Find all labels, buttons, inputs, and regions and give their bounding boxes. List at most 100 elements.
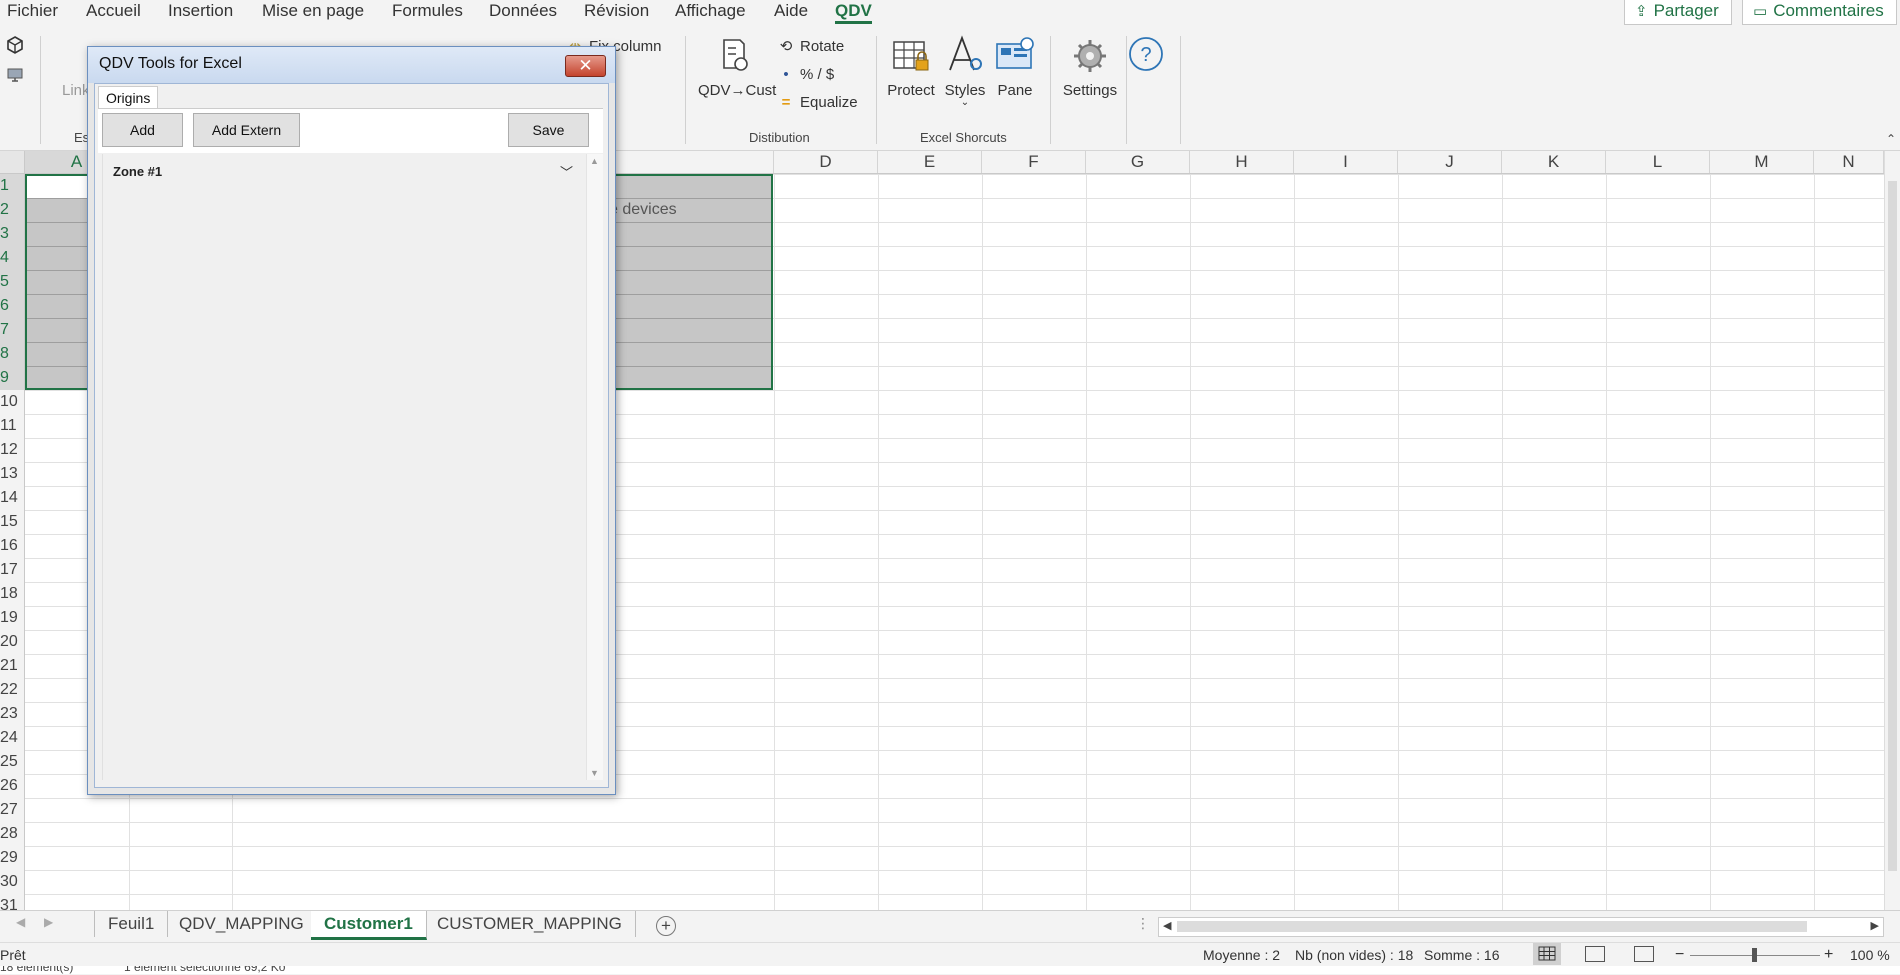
row-header[interactable]: 20 (0, 630, 24, 654)
row-header[interactable]: 12 (0, 438, 24, 462)
close-button[interactable]: ✕ (565, 55, 606, 77)
protect-button[interactable]: Protect (884, 34, 938, 99)
col-header-d[interactable]: D (774, 151, 878, 173)
pane-button[interactable]: Pane (994, 34, 1036, 99)
col-header-h[interactable]: H (1190, 151, 1294, 173)
zoom-in-icon[interactable]: + (1824, 943, 1833, 967)
screen-icon[interactable] (6, 66, 24, 84)
menu-aide[interactable]: Aide (774, 0, 808, 24)
zoom-slider-thumb[interactable] (1752, 948, 1757, 962)
row-header[interactable]: 24 (0, 726, 24, 750)
collapse-ribbon-icon[interactable]: ⌃ (1886, 132, 1896, 146)
col-header-n[interactable]: N (1814, 151, 1884, 173)
row-header[interactable]: 16 (0, 534, 24, 558)
menu-donnees[interactable]: Données (489, 0, 557, 24)
styles-button[interactable]: Styles ⌄ (942, 34, 988, 108)
question-icon[interactable]: ? (1128, 36, 1164, 72)
row-header[interactable]: 15 (0, 510, 24, 534)
styles-dropdown-icon[interactable]: ⌄ (942, 98, 988, 108)
select-all-corner[interactable] (0, 151, 25, 173)
menu-affichage[interactable]: Affichage (675, 0, 746, 24)
prev-sheet-icon[interactable]: ◀ (16, 915, 25, 929)
col-header-k[interactable]: K (1502, 151, 1606, 173)
row-header[interactable]: 10 (0, 390, 24, 414)
tab-origins[interactable]: Origins (98, 86, 159, 109)
cube-icon[interactable] (6, 36, 24, 54)
row-header[interactable]: 26 (0, 774, 24, 798)
row-header[interactable]: 27 (0, 798, 24, 822)
sheet-tab-customer-mapping[interactable]: CUSTOMER_MAPPING (424, 911, 636, 937)
scroll-up-icon[interactable]: ▲ (590, 156, 599, 166)
row-header[interactable]: 18 (0, 582, 24, 606)
page-break-view-icon[interactable] (1634, 946, 1654, 962)
zone-list-scrollbar[interactable]: ▲ ▼ (586, 154, 603, 780)
row-header[interactable]: 14 (0, 486, 24, 510)
qdv-cust-button[interactable]: QDV→Cust (698, 34, 776, 99)
percent-dollar-button[interactable]: • % / $ (776, 64, 834, 86)
col-header-l[interactable]: L (1606, 151, 1710, 173)
col-header-j[interactable]: J (1398, 151, 1502, 173)
row-header[interactable]: 22 (0, 678, 24, 702)
tab-splitter-icon[interactable]: ⋮ (1136, 915, 1150, 932)
row-header[interactable]: 29 (0, 846, 24, 870)
rotate-button[interactable]: ⟲ Rotate (776, 36, 845, 58)
row-header[interactable]: 28 (0, 822, 24, 846)
scroll-right-icon[interactable]: ▶ (1871, 919, 1879, 932)
col-header-m[interactable]: M (1710, 151, 1814, 173)
row-header[interactable]: 3 (0, 222, 24, 246)
col-header-f[interactable]: F (982, 151, 1086, 173)
row-header[interactable]: 23 (0, 702, 24, 726)
row-header[interactable]: 30 (0, 870, 24, 894)
settings-button[interactable]: Settings (1060, 34, 1120, 99)
horizontal-scrollbar[interactable]: ◀ ▶ (1158, 917, 1884, 937)
row-header[interactable]: 7 (0, 318, 24, 342)
sheet-tab-qdv-mapping[interactable]: QDV_MAPPING (166, 911, 318, 937)
vertical-scroll-thumb[interactable] (1888, 181, 1897, 871)
vertical-scrollbar[interactable] (1884, 151, 1900, 910)
row-header[interactable]: 17 (0, 558, 24, 582)
menu-insertion[interactable]: Insertion (168, 0, 233, 24)
row-header[interactable]: 8 (0, 342, 24, 366)
menu-mise-en-page[interactable]: Mise en page (262, 0, 364, 24)
col-header-e[interactable]: E (878, 151, 982, 173)
add-button[interactable]: Add (102, 113, 183, 147)
zoom-out-icon[interactable]: − (1675, 943, 1684, 967)
scroll-down-icon[interactable]: ▼ (590, 768, 599, 778)
row-header[interactable]: 4 (0, 246, 24, 270)
row-header[interactable]: 21 (0, 654, 24, 678)
row-header[interactable]: 1 (0, 174, 24, 198)
row-header[interactable]: 9 (0, 366, 24, 390)
zone-item[interactable]: Zone #1 ﹀ (113, 164, 573, 184)
menu-accueil[interactable]: Accueil (86, 0, 141, 24)
zoom-level[interactable]: 100 % (1850, 943, 1890, 967)
menu-revision[interactable]: Révision (584, 0, 649, 24)
row-header[interactable]: 2 (0, 198, 24, 222)
dialog-titlebar[interactable]: QDV Tools for Excel ✕ (88, 47, 615, 83)
row-header[interactable]: 6 (0, 294, 24, 318)
next-sheet-icon[interactable]: ▶ (44, 915, 53, 929)
scroll-left-icon[interactable]: ◀ (1163, 919, 1171, 932)
cell-c2-text[interactable]: e devices (609, 198, 677, 222)
link-label[interactable]: Link (62, 80, 90, 102)
row-header[interactable]: 31 (0, 894, 24, 910)
sheet-tab-customer1[interactable]: Customer1 (311, 911, 427, 940)
menu-fichier[interactable]: Fichier (7, 0, 58, 24)
col-header-g[interactable]: G (1086, 151, 1190, 173)
save-button[interactable]: Save (508, 113, 589, 147)
row-header[interactable]: 19 (0, 606, 24, 630)
page-layout-view-icon[interactable] (1585, 946, 1605, 962)
row-header[interactable]: 25 (0, 750, 24, 774)
chevron-down-icon[interactable]: ﹀ (560, 162, 573, 181)
horizontal-scroll-thumb[interactable] (1177, 921, 1807, 932)
share-button[interactable]: ⇪ Partager (1624, 0, 1732, 25)
comments-button[interactable]: ▭ Commentaires (1742, 0, 1897, 25)
row-header[interactable]: 13 (0, 462, 24, 486)
menu-formules[interactable]: Formules (392, 0, 463, 24)
row-header[interactable]: 5 (0, 270, 24, 294)
equalize-button[interactable]: = Equalize (776, 92, 858, 114)
row-header[interactable]: 11 (0, 414, 24, 438)
add-extern-button[interactable]: Add Extern (193, 113, 300, 147)
sheet-tab-feuil1[interactable]: Feuil1 (95, 911, 169, 937)
add-sheet-button[interactable]: + (656, 916, 676, 936)
col-header-i[interactable]: I (1294, 151, 1398, 173)
